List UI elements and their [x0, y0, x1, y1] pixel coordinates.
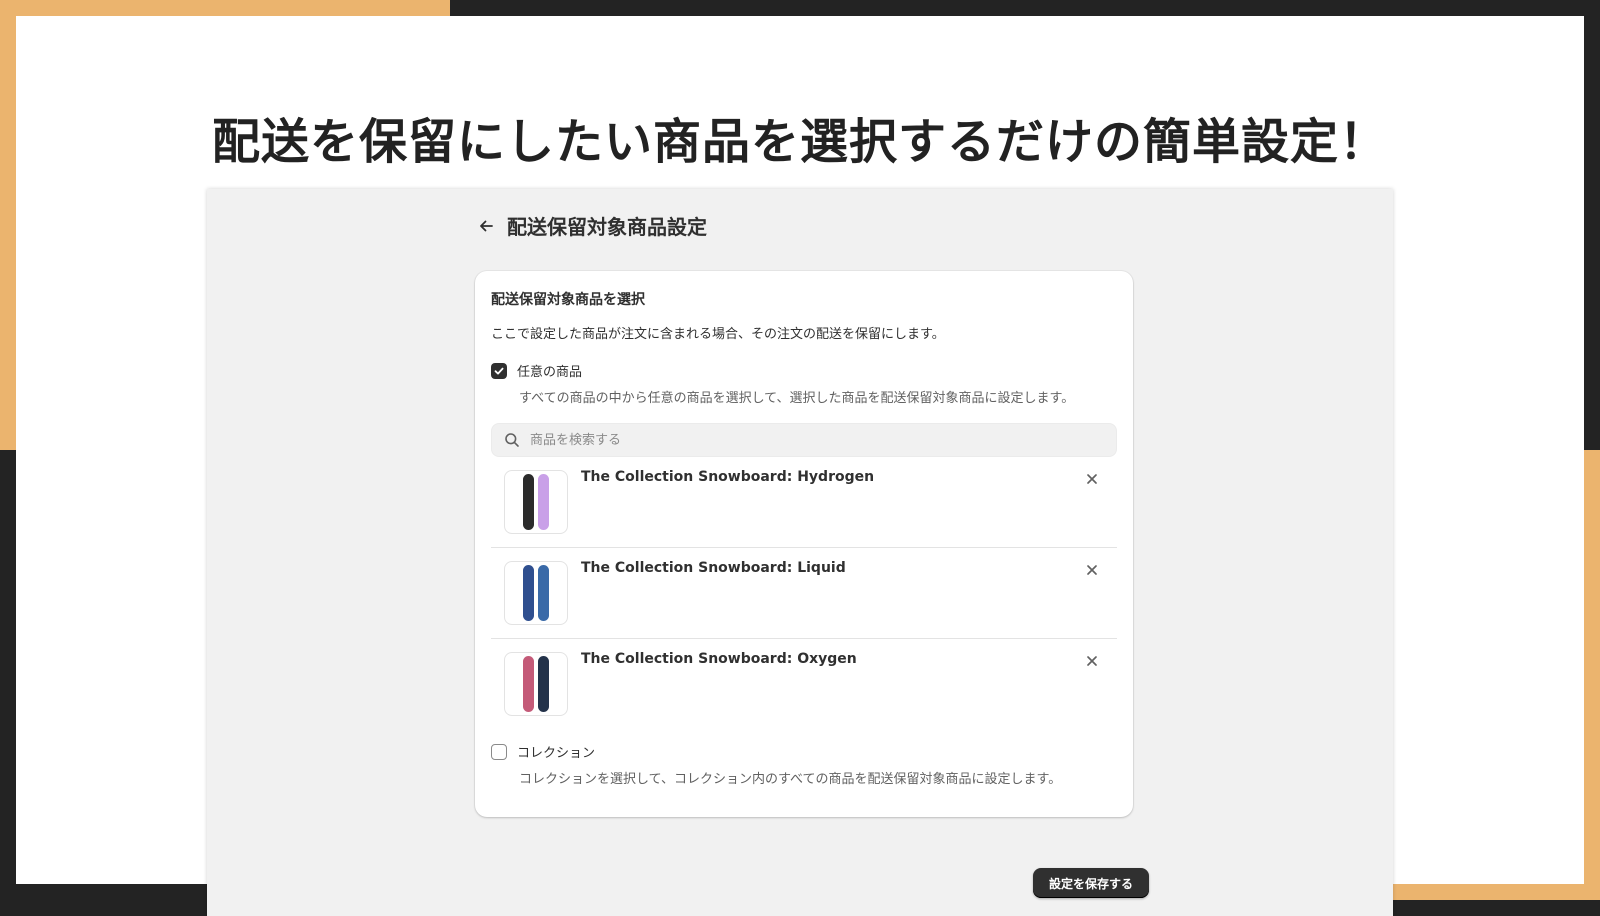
remove-product-button[interactable] — [1083, 561, 1101, 579]
snowboard-image — [538, 656, 549, 712]
snowboard-image — [538, 474, 549, 530]
page-title: 配送保留対象商品設定 — [507, 215, 707, 239]
collection-option[interactable]: コレクション — [491, 742, 595, 761]
any-products-checkbox[interactable] — [491, 362, 507, 379]
any-products-help: すべての商品の中から任意の商品を選択して、選択した商品を配送保留対象商品に設定し… — [519, 391, 1075, 406]
close-icon — [1087, 565, 1097, 575]
snowboard-image — [538, 565, 549, 621]
arrow-left-icon[interactable] — [475, 215, 497, 237]
save-settings-button[interactable]: 設定を保存する — [1033, 868, 1149, 898]
product-name: The Collection Snowboard: Liquid — [581, 560, 846, 576]
product-name: The Collection Snowboard: Hydrogen — [581, 469, 875, 485]
snowboard-image — [523, 474, 534, 530]
product-name: The Collection Snowboard: Oxygen — [581, 651, 857, 667]
any-products-label: 任意の商品 — [517, 365, 583, 380]
slide: 配送を保留にしたい商品を選択するだけの簡単設定！ 配送保留対象商品設定 配送保留… — [16, 16, 1584, 916]
product-thumbnail — [504, 652, 568, 716]
snowboard-image — [523, 656, 534, 712]
product-search-input[interactable] — [528, 431, 1092, 449]
headline: 配送を保留にしたい商品を選択するだけの簡単設定！ — [211, 114, 1388, 170]
product-row: The Collection Snowboard: Hydrogen — [491, 457, 1117, 548]
close-icon — [1087, 474, 1097, 484]
close-icon — [1087, 656, 1097, 666]
collection-help: コレクションを選択して、コレクション内のすべての商品を配送保留対象商品に設定しま… — [519, 772, 1062, 787]
snowboard-image — [523, 565, 534, 621]
remove-product-button[interactable] — [1083, 652, 1101, 670]
checkmark-icon — [494, 367, 504, 374]
remove-product-button[interactable] — [1083, 470, 1101, 488]
collection-checkbox[interactable] — [491, 743, 507, 760]
settings-card: 配送保留対象商品を選択 ここで設定した商品が注文に含まれる場合、その注文の配送を… — [475, 271, 1133, 817]
any-products-option[interactable]: 任意の商品 — [491, 361, 582, 380]
selected-products-list: The Collection Snowboard: Hydrogen The C… — [491, 457, 1117, 730]
app-screenshot: 配送保留対象商品設定 配送保留対象商品を選択 ここで設定した商品が注文に含まれる… — [207, 189, 1393, 916]
product-row: The Collection Snowboard: Liquid — [491, 548, 1117, 639]
collection-label: コレクション — [517, 746, 596, 761]
product-row: The Collection Snowboard: Oxygen — [491, 639, 1117, 730]
product-search[interactable] — [491, 423, 1117, 457]
product-thumbnail — [504, 470, 568, 534]
card-description: ここで設定した商品が注文に含まれる場合、その注文の配送を保留にします。 — [491, 327, 945, 342]
page-header: 配送保留対象商品設定 — [475, 211, 707, 240]
search-icon — [505, 433, 519, 447]
card-title: 配送保留対象商品を選択 — [491, 292, 645, 308]
product-thumbnail — [504, 561, 568, 625]
